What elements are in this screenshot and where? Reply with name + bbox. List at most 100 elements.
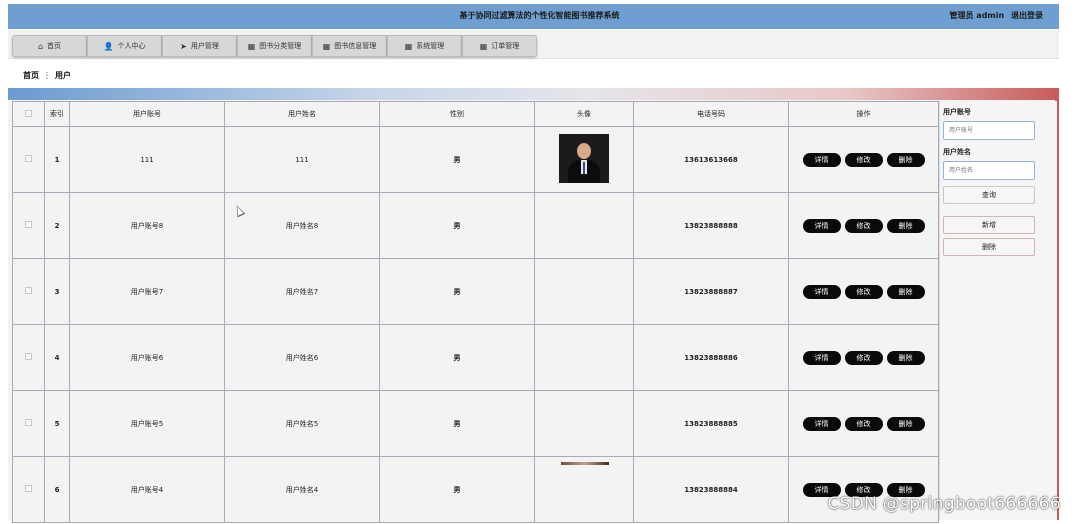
row-index: 1 (44, 126, 70, 193)
delete-button[interactable]: 删除 (886, 218, 925, 233)
grid-icon: ▦ (247, 41, 256, 51)
account-search-input[interactable] (943, 121, 1035, 140)
batch-delete-button[interactable]: 删除 (943, 238, 1035, 256)
edit-button[interactable]: 修改 (844, 218, 883, 233)
nav-item-label: 订单管理 (491, 42, 520, 50)
grid-icon: ▦ (322, 41, 331, 51)
edit-button[interactable]: 修改 (844, 350, 883, 365)
row-index: 5 (44, 390, 70, 457)
row-checkbox[interactable] (25, 287, 32, 294)
grid-icon: ▦ (479, 41, 488, 51)
row-phone: 13823888884 (633, 456, 789, 523)
table-row: 2 用户账号8 用户姓名8 男 13823888888 详情 修改 删除 (12, 192, 939, 259)
delete-button[interactable]: 删除 (886, 152, 925, 167)
row-phone: 13823888887 (633, 258, 789, 325)
select-all-checkbox[interactable] (25, 109, 32, 117)
detail-button[interactable]: 详情 (802, 284, 841, 299)
nav-item-5[interactable]: ▦ 系统管理 (387, 35, 462, 57)
col-actions: 操作 (788, 101, 939, 127)
col-gender: 性别 (379, 101, 535, 127)
row-name: 用户姓名5 (224, 390, 380, 457)
nav-item-2[interactable]: ➤ 用户管理 (162, 35, 237, 57)
delete-button[interactable]: 删除 (886, 350, 925, 365)
row-actions: 详情 修改 删除 (788, 324, 939, 391)
nav-item-3[interactable]: ▦ 图书分类管理 (237, 35, 312, 57)
row-account: 用户账号8 (69, 192, 225, 259)
nav-item-6[interactable]: ▦ 订单管理 (462, 35, 537, 57)
breadcrumb-separator: ⋮ (43, 71, 51, 80)
top-header: 基于协同过滤算法的个性化智能图书推荐系统 管理员 admin 退出登录 (8, 4, 1059, 29)
edit-button[interactable]: 修改 (844, 284, 883, 299)
row-name: 111 (224, 126, 380, 193)
table-row: 6 用户账号4 用户姓名4 男 13823888884 详情 修改 删除 (12, 456, 939, 523)
detail-button[interactable]: 详情 (802, 350, 841, 365)
row-index: 4 (44, 324, 70, 391)
delete-button[interactable]: 删除 (886, 284, 925, 299)
detail-button[interactable]: 详情 (802, 218, 841, 233)
query-button[interactable]: 查询 (943, 186, 1035, 204)
detail-button[interactable]: 详情 (802, 152, 841, 167)
nav-item-label: 首页 (47, 42, 62, 50)
nav-item-label: 系统管理 (416, 42, 445, 50)
row-checkbox[interactable] (25, 485, 32, 492)
table-row: 4 用户账号6 用户姓名6 男 13823888886 详情 修改 删除 (12, 324, 939, 391)
user-icon: 👤 (103, 41, 114, 51)
row-gender: 男 (379, 456, 535, 523)
logout-link[interactable]: 退出登录 (1011, 11, 1043, 20)
row-gender: 男 (379, 390, 535, 457)
col-phone: 电话号码 (633, 101, 789, 127)
breadcrumb: 首页 ⋮ 用户 (23, 70, 71, 81)
row-index: 3 (44, 258, 70, 325)
row-gender: 男 (379, 192, 535, 259)
nav-item-label: 图书分类管理 (259, 42, 302, 50)
row-checkbox[interactable] (25, 221, 32, 228)
row-avatar (534, 258, 634, 325)
row-actions: 详情 修改 删除 (788, 390, 939, 457)
edit-button[interactable]: 修改 (844, 152, 883, 167)
row-avatar (534, 456, 634, 523)
name-search-input[interactable] (943, 161, 1035, 180)
row-avatar (534, 126, 634, 193)
avatar-image (559, 134, 609, 183)
edit-button[interactable]: 修改 (844, 416, 883, 431)
row-select-cell[interactable] (12, 456, 45, 523)
breadcrumb-home[interactable]: 首页 (23, 71, 39, 80)
row-select-cell[interactable] (12, 258, 45, 325)
user-table: 索引 用户账号 用户姓名 性别 头像 电话号码 操作 1 111 111 男 13613… (12, 101, 939, 523)
admin-label: 管理员 admin (949, 11, 1005, 20)
app-title: 基于协同过滤算法的个性化智能图书推荐系统 (459, 11, 620, 20)
row-select-cell[interactable] (12, 126, 45, 193)
table-header-row: 索引 用户账号 用户姓名 性别 头像 电话号码 操作 (12, 101, 939, 127)
col-avatar: 头像 (534, 101, 634, 127)
nav-item-label: 个人中心 (117, 42, 146, 50)
nav-item-4[interactable]: ▦ 图书信息管理 (312, 35, 387, 57)
table-row: 3 用户账号7 用户姓名7 男 13823888887 详情 修改 删除 (12, 258, 939, 325)
add-button[interactable]: 新增 (943, 216, 1035, 234)
name-label: 用户姓名 (943, 148, 971, 156)
row-select-cell[interactable] (12, 192, 45, 259)
nav-menu: ⌂ 首页 👤 个人中心 ➤ 用户管理 ▦ 图书分类管理 ▦ 图书信息管理 ▦ 系统管理 ▦ 订单管理 (12, 35, 537, 57)
col-select[interactable] (12, 101, 45, 127)
detail-button[interactable]: 详情 (802, 416, 841, 431)
row-phone: 13823888885 (633, 390, 789, 457)
row-select-cell[interactable] (12, 324, 45, 391)
nav-item-0[interactable]: ⌂ 首页 (12, 35, 87, 57)
row-checkbox[interactable] (25, 155, 32, 162)
row-gender: 男 (379, 324, 535, 391)
col-name: 用户姓名 (224, 101, 380, 127)
table-row: 1 111 111 男 13613613668 详情 修改 删除 (12, 126, 939, 193)
row-account: 用户账号5 (69, 390, 225, 457)
nav-item-1[interactable]: 👤 个人中心 (87, 35, 162, 57)
row-select-cell[interactable] (12, 390, 45, 457)
row-checkbox[interactable] (25, 353, 32, 360)
row-checkbox[interactable] (25, 419, 32, 426)
account-label: 用户账号 (943, 108, 971, 116)
row-gender: 男 (379, 126, 535, 193)
row-account: 用户账号6 (69, 324, 225, 391)
row-name: 用户姓名4 (224, 456, 380, 523)
delete-button[interactable]: 删除 (886, 416, 925, 431)
grid-icon: ▦ (404, 41, 413, 51)
row-phone: 13823888886 (633, 324, 789, 391)
row-actions: 详情 修改 删除 (788, 192, 939, 259)
avatar-image (561, 462, 609, 465)
